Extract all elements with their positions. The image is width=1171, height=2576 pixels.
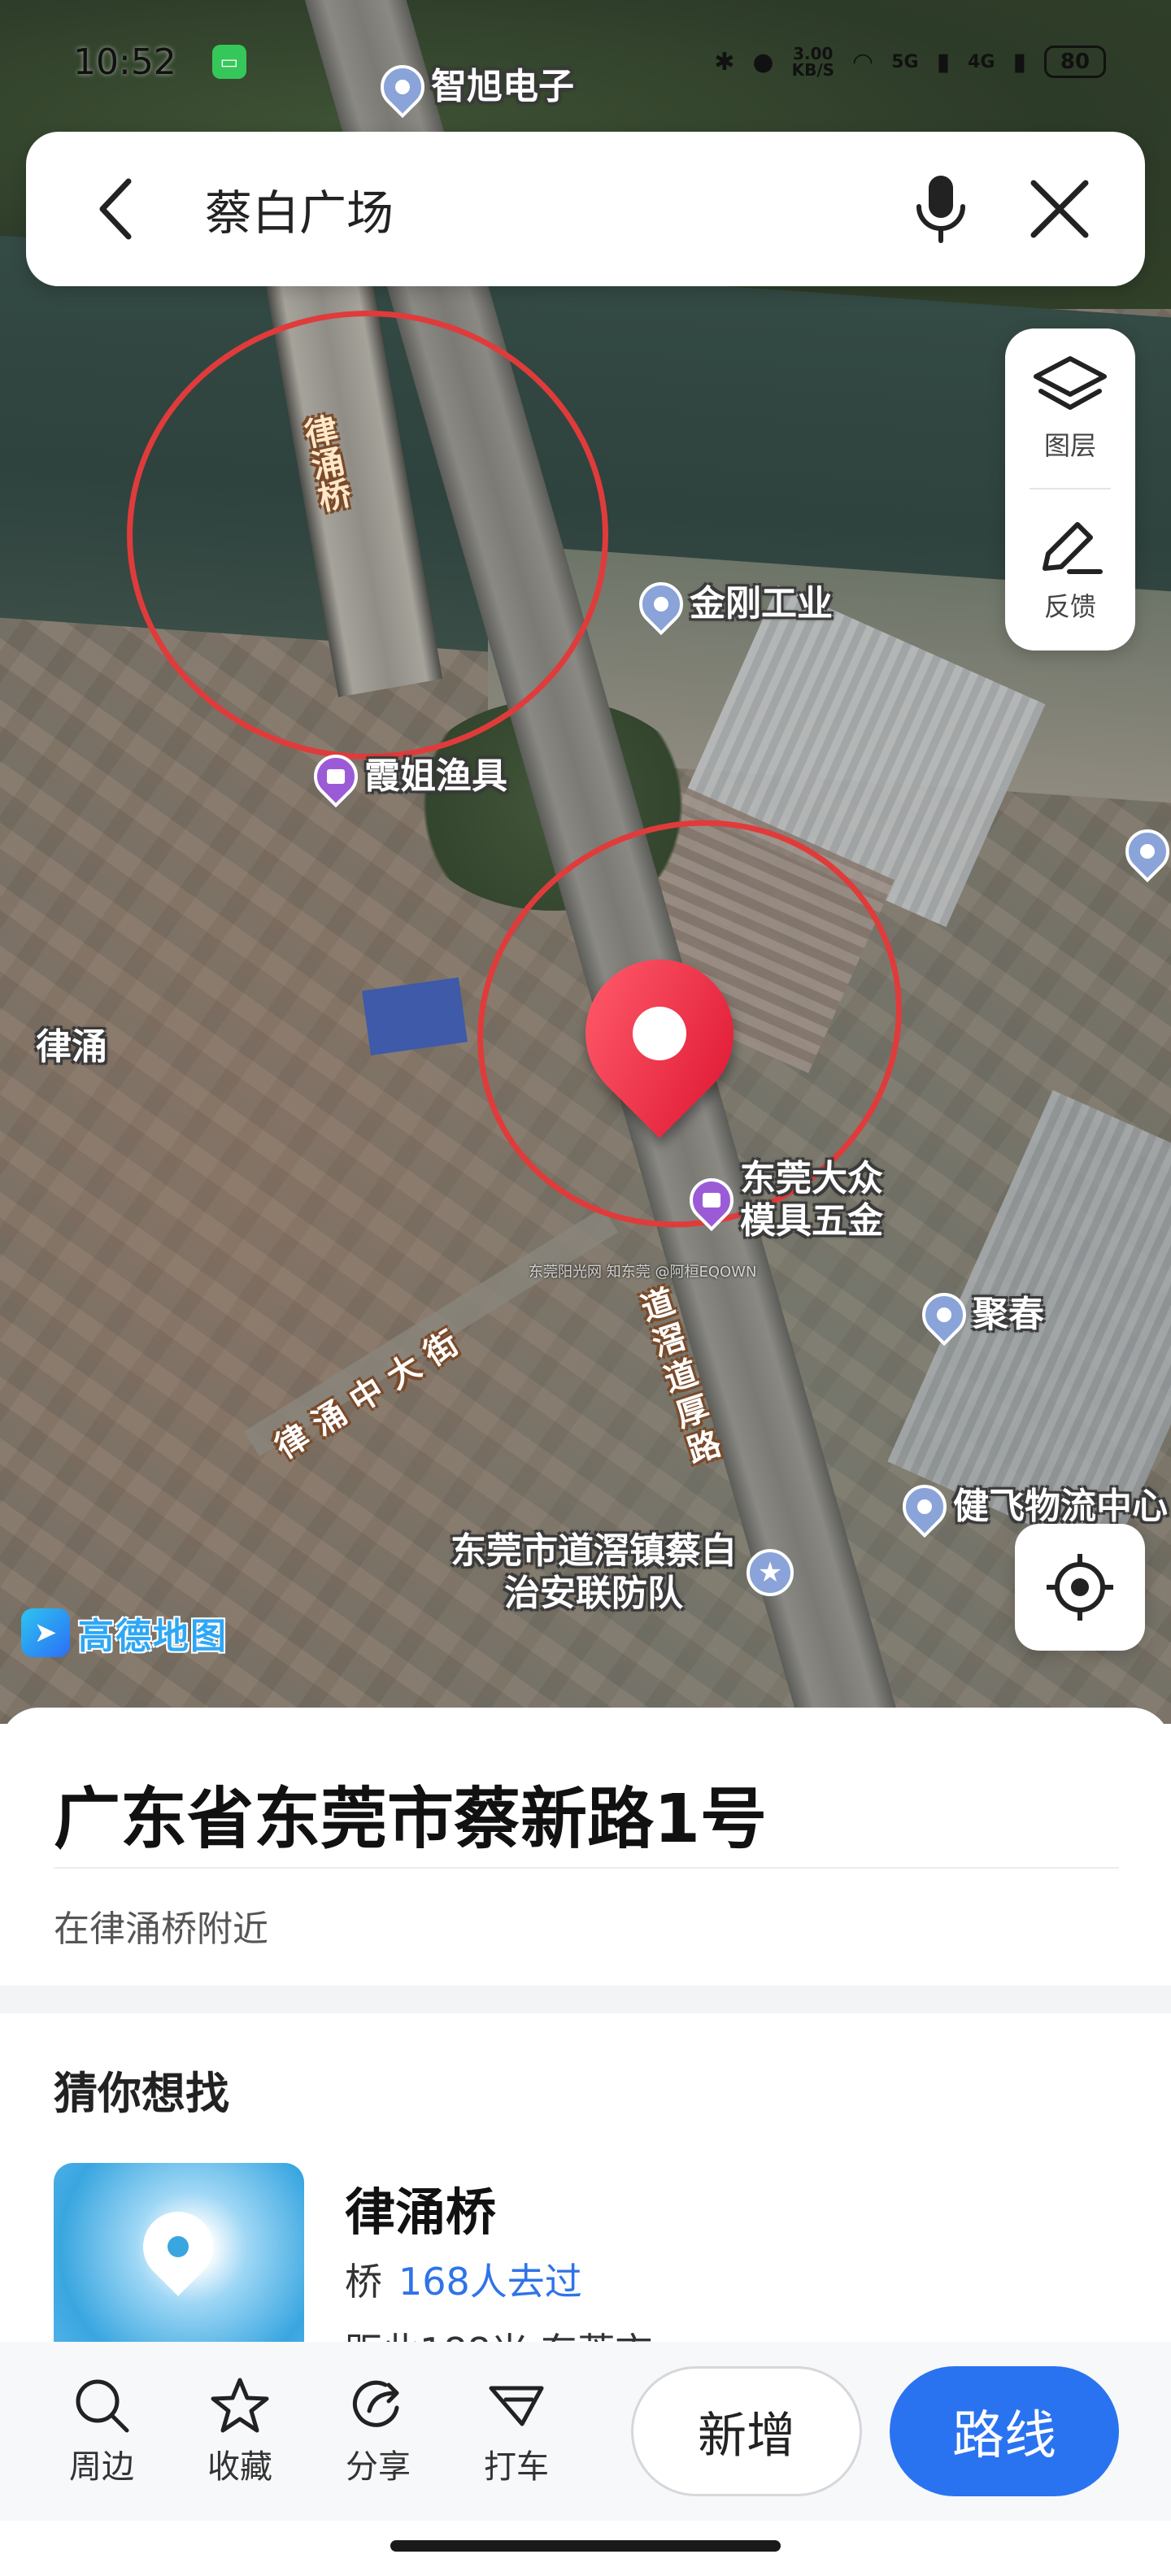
poi-edge[interactable] (1116, 820, 1171, 883)
divider (54, 1867, 1119, 1869)
watermark-text: 东莞阳光网 知东莞 @阿桓EQOWN (529, 1264, 757, 1281)
navigation-arrow-icon: ➤ (21, 1608, 70, 1657)
recommendation-card[interactable]: 律涌桥 桥 168人去过 距此188米 东莞市 (54, 2163, 1127, 2374)
crosshair-icon (1047, 1554, 1113, 1621)
nearby-label: 周边 (69, 2448, 134, 2486)
bluetooth-icon: ✱ (714, 47, 735, 76)
speed-value: 3.00 (793, 44, 834, 63)
nearby-button[interactable]: 周边 (33, 2375, 171, 2487)
search-icon (76, 2379, 129, 2433)
taxi-flag-icon (489, 2386, 544, 2426)
microphone-icon (916, 176, 965, 243)
poi-zhixu[interactable]: 智旭电子 (371, 55, 574, 119)
add-button[interactable]: 新增 (631, 2366, 862, 2496)
map-pin-icon (912, 1283, 976, 1347)
taxi-button[interactable]: 打车 (447, 2375, 586, 2487)
rec-type: 桥 (345, 2260, 382, 2304)
address-title: 广东省东莞市蔡新路1号 (54, 1781, 768, 1858)
search-bar[interactable]: 蔡白广场 (26, 132, 1145, 286)
status-time: 10:52 (73, 41, 176, 83)
share-label: 分享 (346, 2448, 411, 2486)
share-button[interactable]: 分享 (309, 2375, 447, 2487)
watermark: 东莞阳光网 知东莞 @阿桓EQOWN (529, 1260, 756, 1281)
feedback-button[interactable]: 反馈 (1005, 490, 1135, 649)
poi-police[interactable]: 东莞市道滘镇蔡白治安联防队 ★ (447, 1530, 794, 1615)
location-icon: ● (752, 47, 774, 76)
layers-label: 图层 (1043, 430, 1096, 461)
poi-juchun[interactable]: 聚春 (912, 1283, 1044, 1347)
poi-label: 聚春 (973, 1294, 1044, 1335)
signal-icon: ▮ (936, 47, 951, 76)
wifi-icon: ◠ (852, 47, 874, 76)
network-speed: 3.00 KB/S (792, 46, 834, 78)
rec-visits: 168人去过 (398, 2260, 582, 2304)
favorite-button[interactable]: 收藏 (171, 2375, 309, 2487)
poi-label: 律涌 (36, 1026, 107, 1068)
status-indicators: ✱ ● 3.00 KB/S ◠ 5G ▮ 4G ▮ 80 (714, 46, 1106, 78)
poi-label: 健飞物流中心 (953, 1486, 1168, 1527)
status-bar: 10:52 ▭ ✱ ● 3.00 KB/S ◠ 5G ▮ 4G ▮ 80 (0, 29, 1171, 94)
home-indicator[interactable] (390, 2540, 781, 2552)
message-icon: ▭ (211, 45, 246, 79)
amap-logo: ➤ 高德地图 (21, 1607, 228, 1659)
edit-pen-icon (1043, 522, 1103, 574)
shop-icon (680, 1168, 743, 1232)
poi-label: 霞姐渔具 (364, 755, 507, 797)
poi-lvyong[interactable]: 律涌 (36, 1026, 107, 1068)
layers-button[interactable]: 图层 (1005, 329, 1135, 488)
search-query[interactable]: 蔡白广场 (205, 175, 904, 243)
poi-label: 东莞大众模具五金 (740, 1158, 883, 1242)
map-pin-icon (371, 55, 434, 119)
star-icon: ★ (747, 1549, 794, 1596)
battery-indicator: 80 (1044, 46, 1106, 78)
poi-label: 智旭电子 (431, 66, 574, 107)
map-pin-icon (1116, 820, 1171, 883)
map-pin-icon (893, 1475, 956, 1538)
voice-search-button[interactable] (904, 172, 977, 246)
back-button[interactable] (91, 172, 140, 246)
feedback-label: 反馈 (1043, 591, 1096, 622)
poi-xiajie[interactable]: 霞姐渔具 (304, 745, 507, 808)
map-pin-icon (629, 572, 693, 636)
route-button[interactable]: 路线 (890, 2366, 1119, 2496)
network-4g: 4G (968, 51, 995, 72)
locate-me-button[interactable] (1015, 1524, 1145, 1651)
rec-meta: 桥 168人去过 (345, 2252, 582, 2306)
favorite-label: 收藏 (207, 2448, 272, 2486)
poi-jingang[interactable]: 金刚工业 (629, 572, 833, 636)
taxi-label: 打车 (484, 2448, 549, 2486)
map-pin-icon (128, 2197, 228, 2296)
map-blue-roof (362, 977, 468, 1055)
clear-button[interactable] (1023, 172, 1096, 246)
star-icon (211, 2378, 269, 2433)
map-tools-panel: 图层 反馈 (1005, 329, 1135, 651)
close-icon (1030, 180, 1089, 238)
amap-logo-text: 高德地图 (78, 1616, 228, 1657)
section-title: 猜你想找 (54, 2068, 229, 2119)
road-label-street: 律涌中大街 (268, 1318, 475, 1467)
poi-label: 金刚工业 (690, 583, 833, 624)
poi-dongguan-dazhong[interactable]: 东莞大众模具五金 (680, 1158, 911, 1242)
layers-icon (1034, 356, 1107, 410)
rec-name: 律涌桥 (345, 2182, 497, 2242)
speed-unit: KB/S (791, 60, 835, 80)
signal-icon: ▮ (1012, 47, 1026, 76)
bottom-action-bar: 周边 收藏 分享 打车 新增 路线 (0, 2342, 1171, 2521)
section-separator (0, 1986, 1171, 2013)
poi-label: 东莞市道滘镇蔡白治安联防队 (451, 1530, 737, 1614)
network-5g: 5G (891, 51, 919, 72)
poi-jianfei[interactable]: 健飞物流中心 (893, 1475, 1168, 1538)
share-icon (352, 2380, 399, 2427)
address-nearby: 在律涌桥附近 (54, 1908, 268, 1950)
annotation-circle (127, 311, 608, 759)
shop-icon (304, 745, 368, 808)
chevron-left-icon (99, 178, 132, 240)
